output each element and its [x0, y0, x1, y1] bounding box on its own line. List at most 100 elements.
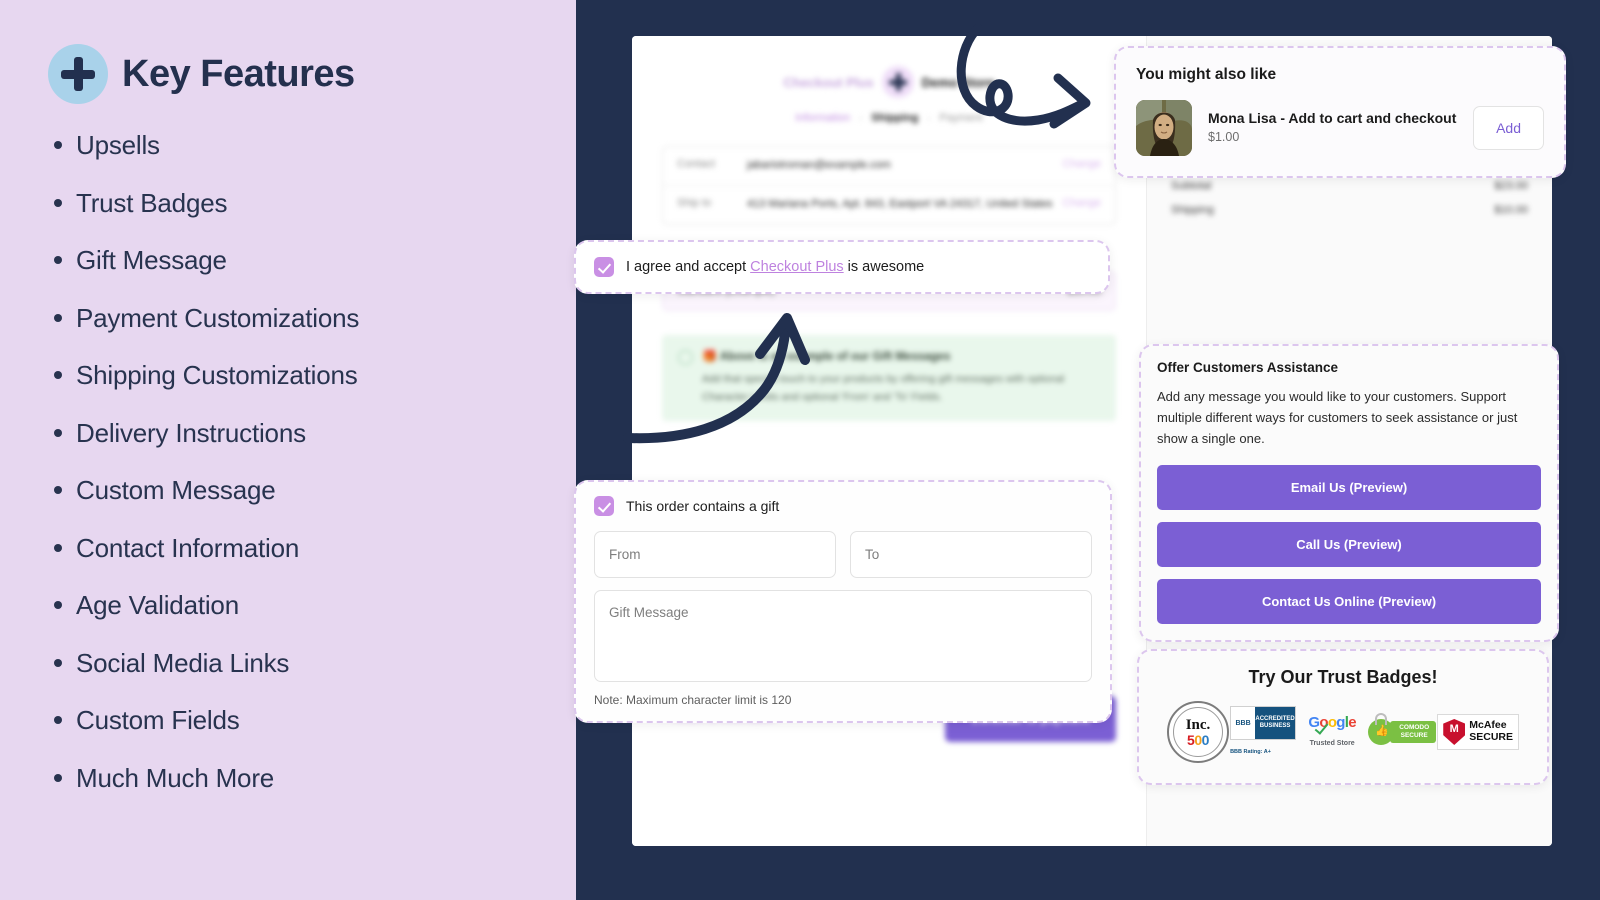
- list-item: Custom Fields: [54, 705, 576, 736]
- gift-message-textarea[interactable]: Gift Message: [594, 590, 1092, 682]
- ship-to-label: Ship to: [677, 196, 712, 209]
- upsell-product-row: Mona Lisa - Add to cart and checkout $1.…: [1136, 100, 1544, 156]
- breadcrumb-information[interactable]: Information: [795, 112, 850, 124]
- bullet-icon: [54, 601, 62, 609]
- inc-500-badge: Inc. 500: [1167, 701, 1229, 763]
- bbb-rating-label: BBB Rating: A+: [1230, 749, 1271, 755]
- bullet-icon: [54, 371, 62, 379]
- feature-label: Age Validation: [76, 590, 239, 620]
- shipping-total-label: Shipping: [1171, 204, 1214, 216]
- bullet-icon: [54, 716, 62, 724]
- mcafee-secure-badge: McAfee SECURE: [1437, 714, 1519, 750]
- bullet-icon: [54, 543, 62, 552]
- brand-prefix-label: Checkout Plus: [783, 74, 874, 90]
- bullet-icon: [54, 658, 62, 667]
- trust-badges-callout: Try Our Trust Badges! Inc. 500 BBB ACCRE…: [1137, 649, 1549, 785]
- subtotal-label: Subtotal: [1171, 180, 1212, 192]
- breadcrumb: Information › Shipping › Payment: [632, 112, 1146, 124]
- list-item: Contact Information: [54, 532, 576, 564]
- assistance-description: Add any message you would like to your c…: [1157, 389, 1518, 447]
- list-item: Much Much More: [54, 762, 576, 794]
- list-item: Delivery Instructions: [54, 418, 576, 449]
- trust-badges-row: Inc. 500 BBB ACCREDITED BUSINESS BBB Rat…: [1153, 701, 1533, 763]
- check-circle-icon: [678, 349, 693, 365]
- list-item: Upsells: [54, 130, 576, 161]
- feature-label: Payment Customizations: [76, 302, 360, 333]
- shipping-total-value: $10.00: [1494, 204, 1528, 216]
- upsell-product-name: Mona Lisa - Add to cart and checkout: [1208, 110, 1457, 126]
- change-contact-link[interactable]: Change: [1062, 158, 1101, 170]
- feature-label: Trust Badges: [76, 187, 228, 218]
- list-item: Gift Message: [54, 245, 576, 276]
- gift-toggle-row: This order contains a gift: [594, 496, 1092, 516]
- upsell-product-info: Mona Lisa - Add to cart and checkout $1.…: [1208, 110, 1457, 146]
- breadcrumb-shipping[interactable]: Shipping: [871, 112, 918, 124]
- gift-preview-title: 🎁 Above is an example of our Gift Messag…: [702, 348, 951, 363]
- upsell-product-price: $1.00: [1208, 130, 1240, 144]
- mona-lisa-thumbnail: [1136, 100, 1192, 156]
- gift-to-input[interactable]: To: [850, 531, 1092, 578]
- feature-label: Custom Message: [76, 475, 276, 505]
- gift-message-callout: This order contains a gift From To Gift …: [574, 480, 1112, 723]
- feature-label: Upsells: [76, 130, 160, 160]
- contact-us-online-button[interactable]: Contact Us Online (Preview): [1157, 578, 1541, 624]
- assistance-title: Offer Customers Assistance: [1157, 360, 1339, 375]
- shipping-total-row: Shipping $10.00: [1147, 192, 1552, 216]
- bullet-icon: [54, 486, 62, 494]
- lock-icon: 👍: [1368, 713, 1395, 745]
- feature-label: Social Media Links: [76, 647, 290, 678]
- gift-message-preview-banner: 🎁 Above is an example of our Gift Messag…: [662, 334, 1116, 421]
- ship-to-value: 413 Mariana Ports, Apt. 843, Eastport VA…: [747, 197, 1053, 210]
- subtotal-value: $23.00: [1494, 180, 1528, 192]
- gift-checkbox[interactable]: [594, 496, 614, 516]
- chevron-right-icon: ›: [859, 113, 863, 123]
- change-address-link[interactable]: Change: [1062, 197, 1101, 209]
- gift-name-fields: From To: [594, 531, 1092, 578]
- gift-checkbox-label: This order contains a gift: [626, 498, 780, 514]
- key-features-list: Upsells Trust Badges Gift Message Paymen…: [48, 130, 576, 794]
- feature-label: Much Much More: [76, 762, 275, 793]
- email-us-button[interactable]: Email Us (Preview): [1157, 464, 1541, 510]
- list-item: Age Validation: [54, 590, 576, 621]
- checkout-main-column: Checkout Plus Demo Store Information › S…: [632, 36, 1146, 846]
- gift-icon: 🎁: [702, 348, 717, 363]
- feature-label: Gift Message: [76, 245, 227, 275]
- bullet-icon: [54, 773, 62, 782]
- list-item: Payment Customizations: [54, 302, 576, 334]
- bbb-accredited-badge: BBB ACCREDITED BUSINESS BBB Rating: A+: [1230, 706, 1297, 758]
- feature-label: Contact Information: [76, 532, 300, 563]
- feature-label: Shipping Customizations: [76, 360, 358, 390]
- upsell-callout-card: You might also like Mona Lisa - Add to c…: [1114, 46, 1566, 178]
- terms-agreement-callout: I agree and accept Checkout Plus is awes…: [574, 240, 1110, 294]
- feature-label: Custom Fields: [76, 705, 240, 735]
- bullet-icon: [54, 256, 62, 264]
- bullet-icon: [54, 428, 62, 437]
- chevron-right-icon: ›: [927, 113, 931, 123]
- key-features-panel: Key Features Upsells Trust Badges Gift M…: [0, 0, 576, 900]
- comodo-secure-badge: 👍 COMODO SECURE: [1368, 713, 1437, 745]
- trust-badges-title: Try Our Trust Badges!: [1248, 667, 1438, 687]
- gift-character-limit-note: Note: Maximum character limit is 120: [594, 693, 792, 707]
- call-us-button[interactable]: Call Us (Preview): [1157, 521, 1541, 567]
- store-header: Checkout Plus Demo Store: [632, 36, 1146, 98]
- contact-summary-box: Contact jabariotroman@example.com Change…: [662, 146, 1116, 225]
- google-trusted-store-badge: Google Trusted Store: [1308, 714, 1356, 747]
- list-item: Shipping Customizations: [54, 360, 576, 391]
- customer-assistance-callout: Offer Customers Assistance Add any messa…: [1139, 344, 1559, 642]
- upsell-title: You might also like: [1136, 66, 1277, 83]
- bullet-icon: [54, 313, 62, 322]
- ship-to-row: Ship to 413 Mariana Ports, Apt. 843, Eas…: [663, 184, 1115, 224]
- add-to-cart-button[interactable]: Add: [1473, 106, 1544, 150]
- breadcrumb-payment: Payment: [939, 112, 983, 124]
- key-features-header: Key Features: [48, 44, 576, 104]
- agree-checkbox[interactable]: [594, 257, 614, 277]
- bullet-icon: [54, 198, 62, 207]
- gift-preview-body: Add that special touch to your products …: [702, 372, 1065, 404]
- agree-text: I agree and accept Checkout Plus is awes…: [626, 259, 925, 275]
- shield-icon: [1443, 719, 1466, 745]
- gift-from-input[interactable]: From: [594, 531, 836, 578]
- list-item: Social Media Links: [54, 647, 576, 679]
- list-item: Trust Badges: [54, 187, 576, 219]
- contact-row: Contact jabariotroman@example.com Change: [663, 147, 1115, 185]
- checkout-plus-link[interactable]: Checkout Plus: [750, 259, 844, 275]
